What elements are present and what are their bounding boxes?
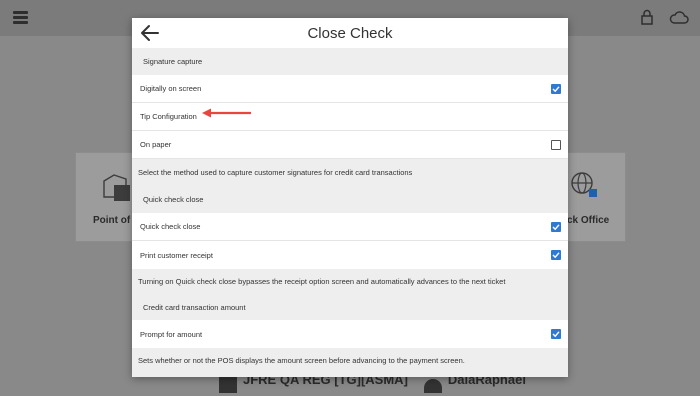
checkbox-quick-check-close[interactable]: [551, 222, 561, 232]
row-label: Prompt for amount: [140, 329, 203, 339]
row-tip-configuration[interactable]: Tip Configuration: [132, 103, 568, 131]
cloud-icon[interactable]: [669, 10, 689, 24]
row-label: Tip Configuration: [140, 112, 197, 121]
checkbox-on-paper[interactable]: [551, 140, 561, 150]
pos-terminal-icon: [103, 174, 130, 201]
lock-icon[interactable]: [641, 9, 653, 25]
row-prompt-for-amount[interactable]: Prompt for amount: [132, 320, 568, 348]
section-description: Sets whether or not the POS displays the…: [138, 355, 465, 365]
terminal-icon: [219, 375, 237, 393]
dialog-title: Close Check: [307, 25, 393, 42]
globe-plug-icon: [571, 172, 597, 197]
checkbox-prompt-for-amount[interactable]: [551, 329, 561, 339]
row-label: On paper: [140, 140, 172, 149]
back-office-tile[interactable]: ck Office: [566, 152, 626, 242]
check-icon: [552, 252, 560, 259]
row-label: Quick check close: [140, 222, 201, 231]
row-quick-check-close[interactable]: Quick check close: [132, 213, 568, 241]
check-icon: [552, 224, 560, 231]
section-description: Select the method used to capture custom…: [138, 168, 413, 177]
section-header-signature-capture: Signature capture: [143, 57, 203, 66]
row-on-paper[interactable]: On paper: [132, 131, 568, 159]
check-icon: [552, 86, 560, 93]
menu-icon[interactable]: [13, 11, 28, 24]
section-header-quick-check-close: Quick check close: [143, 195, 204, 204]
user-icon: [423, 379, 442, 393]
row-label: Print customer receipt: [140, 250, 213, 260]
dialog-header: Close Check: [132, 18, 568, 48]
section-description: Turning on Quick check close bypasses th…: [138, 277, 506, 286]
section-header-credit-card-amount: Credit card transaction amount: [143, 302, 246, 312]
close-check-dialog: Close Check Signature capture Digitally …: [132, 18, 568, 377]
checkbox-digitally-on-screen[interactable]: [551, 84, 561, 94]
row-print-customer-receipt[interactable]: Print customer receipt: [132, 241, 568, 269]
row-label: Digitally on screen: [140, 84, 202, 93]
checkbox-print-customer-receipt[interactable]: [551, 250, 561, 260]
annotation-arrow-icon: [202, 108, 251, 118]
row-digitally-on-screen[interactable]: Digitally on screen: [132, 75, 568, 103]
dialog-body: Signature capture Digitally on screen Ti…: [132, 48, 568, 377]
point-of-sale-tile[interactable]: Point of S: [75, 152, 140, 242]
tile-label-back-office: ck Office: [567, 215, 610, 226]
check-icon: [552, 331, 560, 338]
